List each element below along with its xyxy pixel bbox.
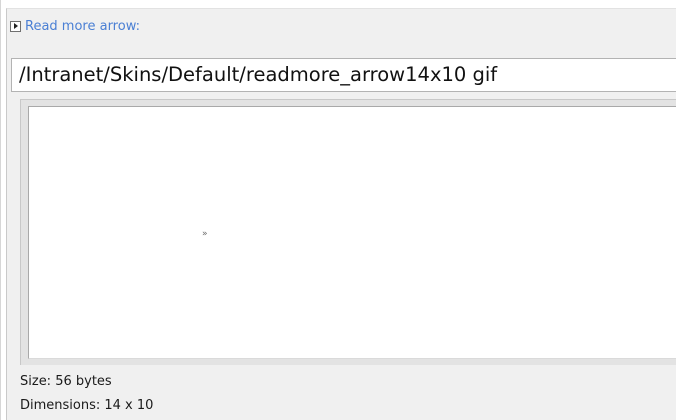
image-preview-frame: » [20, 99, 676, 365]
image-dimensions-info: Dimensions: 14 x 10 [20, 398, 154, 413]
expand-triangle-icon[interactable] [10, 20, 21, 32]
image-path-field[interactable]: /Intranet/Skins/Default/readmore_arrow14… [11, 58, 676, 92]
container-left-border [0, 0, 1, 420]
field-header: Read more arrow: [10, 16, 140, 36]
double-arrow-icon: » [202, 229, 208, 239]
image-preview-area: » [28, 106, 676, 359]
image-size-info: Size: 56 bytes [20, 374, 112, 389]
field-label[interactable]: Read more arrow: [25, 19, 140, 34]
